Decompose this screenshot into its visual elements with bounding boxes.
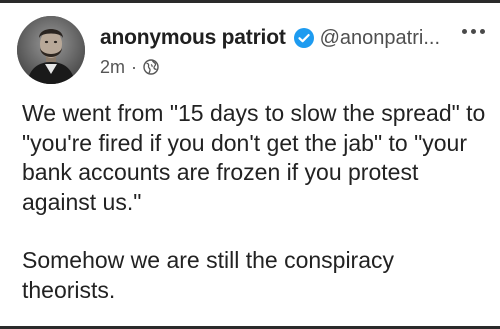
- more-dot: [471, 29, 476, 34]
- more-dot: [480, 29, 485, 34]
- more-dot: [462, 29, 467, 34]
- meta-separator: ·: [131, 56, 138, 77]
- post-timestamp[interactable]: 2m: [100, 57, 125, 78]
- post-paragraph: Somehow we are still the conspiracy theo…: [22, 247, 394, 303]
- author-avatar[interactable]: [17, 16, 85, 84]
- post-body: We went from "15 days to slow the spread…: [22, 99, 492, 305]
- post-card: anonymous patriot @anonpatri... 2m · We …: [0, 0, 500, 329]
- more-options-icon[interactable]: [462, 29, 485, 34]
- globe-icon: [143, 59, 159, 75]
- post-meta: 2m ·: [100, 55, 159, 79]
- verified-badge-icon: [293, 28, 314, 48]
- author-handle[interactable]: @anonpatri...: [320, 27, 440, 50]
- portrait-avatar-icon: [17, 16, 85, 84]
- author-display-name[interactable]: anonymous patriot: [100, 26, 286, 50]
- post-paragraph: We went from "15 days to slow the spread…: [22, 100, 486, 215]
- author-row: anonymous patriot @anonpatri...: [100, 23, 490, 53]
